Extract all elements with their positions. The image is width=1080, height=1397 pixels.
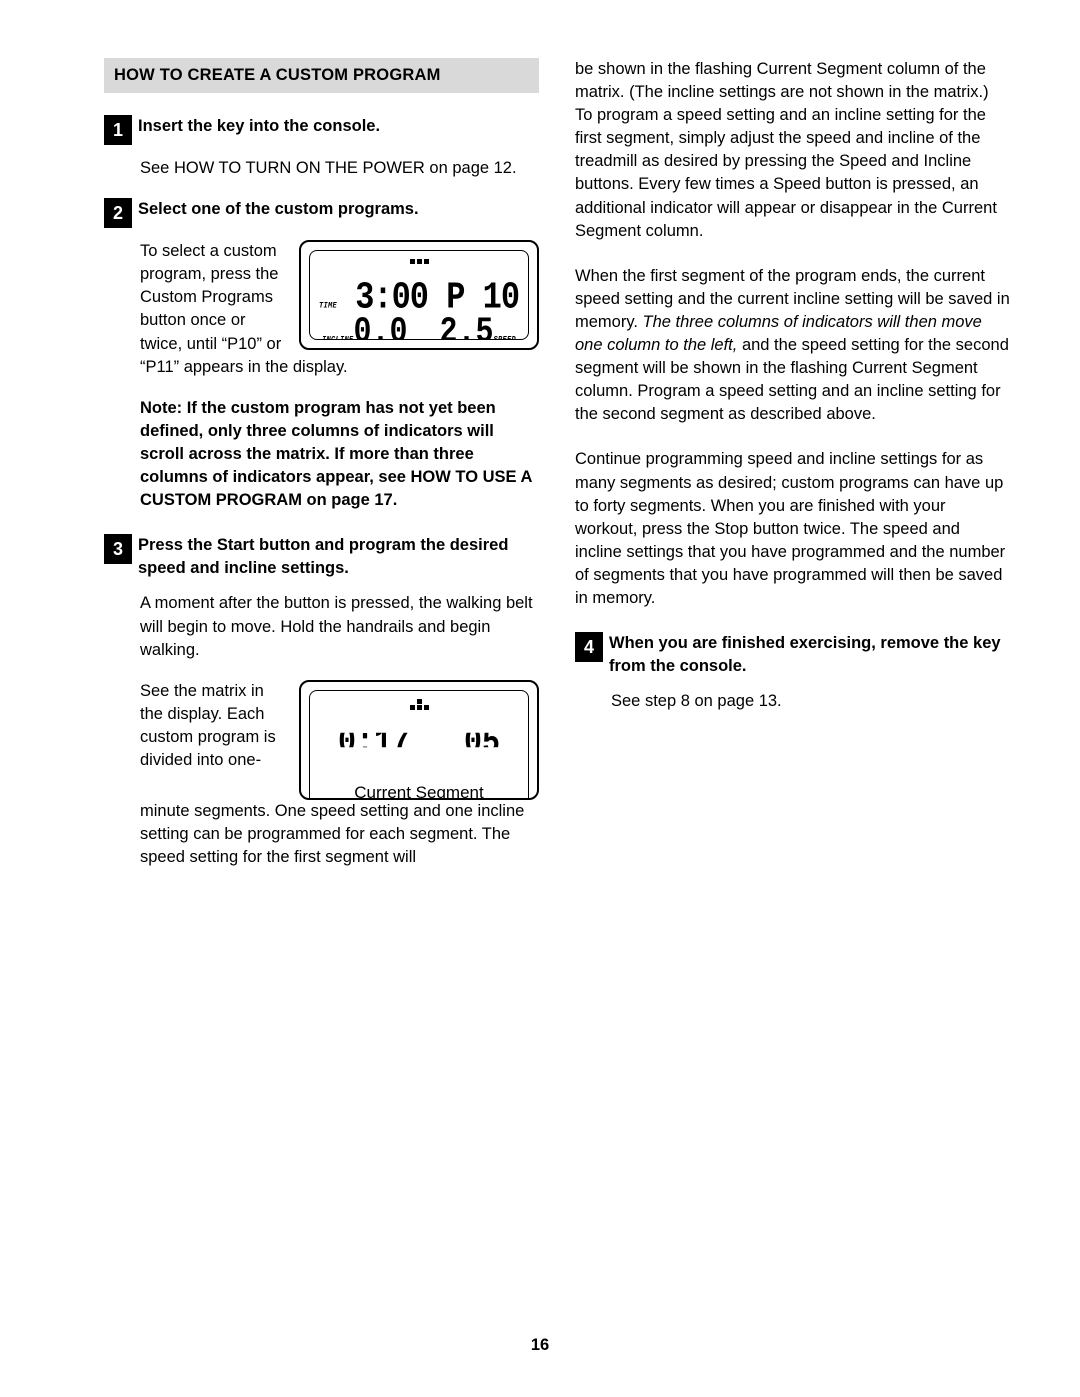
step-1-number: 1 — [104, 115, 132, 145]
step-3-body-b-pre: See the matrix in the display. Each cust… — [140, 682, 276, 769]
step-1-heading: 1 Insert the key into the console. — [104, 115, 539, 145]
page: HOW TO CREATE A CUSTOM PROGRAM 1 Insert … — [0, 0, 1080, 1397]
incline-label: INCLINE — [322, 336, 354, 341]
step-3-title: Press the Start button and program the d… — [138, 536, 508, 577]
lcd2-inner: 0:17 05 Current Segment — [309, 690, 529, 800]
right-para-3: Continue programming speed and incline s… — [575, 448, 1010, 610]
current-segment-label: Current Segment — [310, 781, 528, 800]
step-3-body-a: A moment after the button is pressed, th… — [140, 592, 539, 661]
console-display-illustration-2: 0:17 05 Current Segment — [299, 680, 539, 800]
matrix-indicator-icon — [316, 259, 522, 264]
incline-value: 0.0 — [354, 313, 408, 340]
right-para-2: When the first segment of the program en… — [575, 265, 1010, 427]
step-3-number: 3 — [104, 534, 132, 564]
lcd-partial-readout: 0:17 05 — [316, 732, 522, 746]
step-2-number: 2 — [104, 198, 132, 228]
lcd-sub-readout: INCLINE0.0 2.5SPEED — [316, 315, 522, 340]
step-2-body-wrap: TIME 3:00 P 10 INCLINE0.0 2.5SPEED — [140, 240, 539, 379]
two-column-layout: HOW TO CREATE A CUSTOM PROGRAM 1 Insert … — [104, 58, 1010, 887]
right-column: be shown in the flashing Current Segment… — [575, 58, 1010, 887]
step-2-title: Select one of the custom programs. — [138, 200, 419, 218]
step-1-title: Insert the key into the console. — [138, 117, 380, 135]
console-display-illustration-1: TIME 3:00 P 10 INCLINE0.0 2.5SPEED — [299, 240, 539, 350]
step-2-heading: 2 Select one of the custom programs. — [104, 198, 539, 228]
step-3-body-b-post: minute segments. One speed setting and o… — [140, 802, 524, 866]
section-header: HOW TO CREATE A CUSTOM PROGRAM — [104, 58, 539, 93]
step-4-heading: 4 When you are finished exercising, remo… — [575, 632, 1010, 678]
step-2-note: Note: If the custom program has not yet … — [140, 397, 539, 512]
step-4-number: 4 — [575, 632, 603, 662]
time-label: TIME — [319, 302, 337, 312]
step-4-title: When you are finished exercising, remove… — [609, 634, 1001, 675]
page-number: 16 — [0, 1334, 1080, 1357]
right-para-1: be shown in the flashing Current Segment… — [575, 58, 1010, 243]
step-1-body: See HOW TO TURN ON THE POWER on page 12. — [140, 157, 539, 180]
step-3-body-b-wrap: 0:17 05 Current Segment See the matrix i… — [140, 680, 539, 869]
lcd-inner: TIME 3:00 P 10 INCLINE0.0 2.5SPEED — [309, 250, 529, 340]
step-4-body: See step 8 on page 13. — [611, 690, 1010, 713]
step-3-heading: 3 Press the Start button and program the… — [104, 534, 539, 580]
speed-label: SPEED — [493, 336, 516, 341]
left-column: HOW TO CREATE A CUSTOM PROGRAM 1 Insert … — [104, 58, 539, 887]
speed-value: 2.5 — [439, 313, 493, 340]
matrix-indicator-2-icon — [316, 699, 522, 710]
